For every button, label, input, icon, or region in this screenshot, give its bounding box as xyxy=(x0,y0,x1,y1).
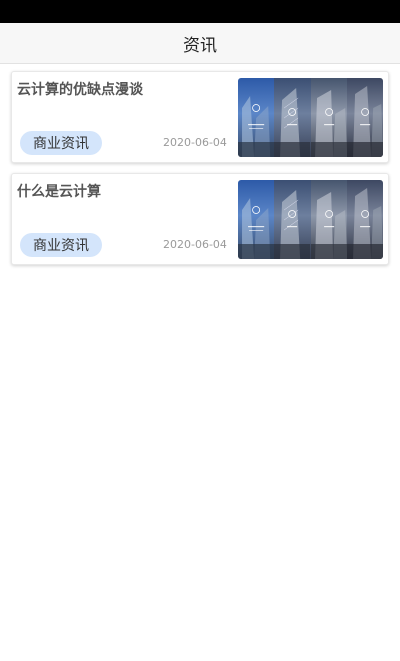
category-tag: 商业资讯 xyxy=(20,131,102,155)
category-tag: 商业资讯 xyxy=(20,233,102,257)
thumbnail-panel xyxy=(274,78,311,157)
publish-date: 2020-06-04 xyxy=(163,238,227,251)
thumbnail-panel xyxy=(346,78,383,157)
status-bar xyxy=(0,0,400,23)
thumbnail-panel xyxy=(310,78,347,157)
thumbnail-panel xyxy=(238,180,275,259)
thumbnail-panel xyxy=(238,78,275,157)
news-card-title: 云计算的优缺点漫谈 xyxy=(17,82,143,98)
thumbnail-panel xyxy=(346,180,383,259)
publish-date: 2020-06-04 xyxy=(163,136,227,149)
news-card-title: 什么是云计算 xyxy=(17,184,101,200)
news-list: 云计算的优缺点漫谈 商业资讯 2020-06-04 什么是云计算 商业资讯 20… xyxy=(0,64,400,265)
news-thumbnail xyxy=(238,180,383,259)
thumbnail-panel xyxy=(310,180,347,259)
nav-bar: 资讯 xyxy=(0,23,400,64)
page-title: 资讯 xyxy=(183,35,217,56)
news-card[interactable]: 云计算的优缺点漫谈 商业资讯 2020-06-04 xyxy=(11,71,389,163)
news-thumbnail xyxy=(238,78,383,157)
thumbnail-panel xyxy=(274,180,311,259)
news-card[interactable]: 什么是云计算 商业资讯 2020-06-04 xyxy=(11,173,389,265)
